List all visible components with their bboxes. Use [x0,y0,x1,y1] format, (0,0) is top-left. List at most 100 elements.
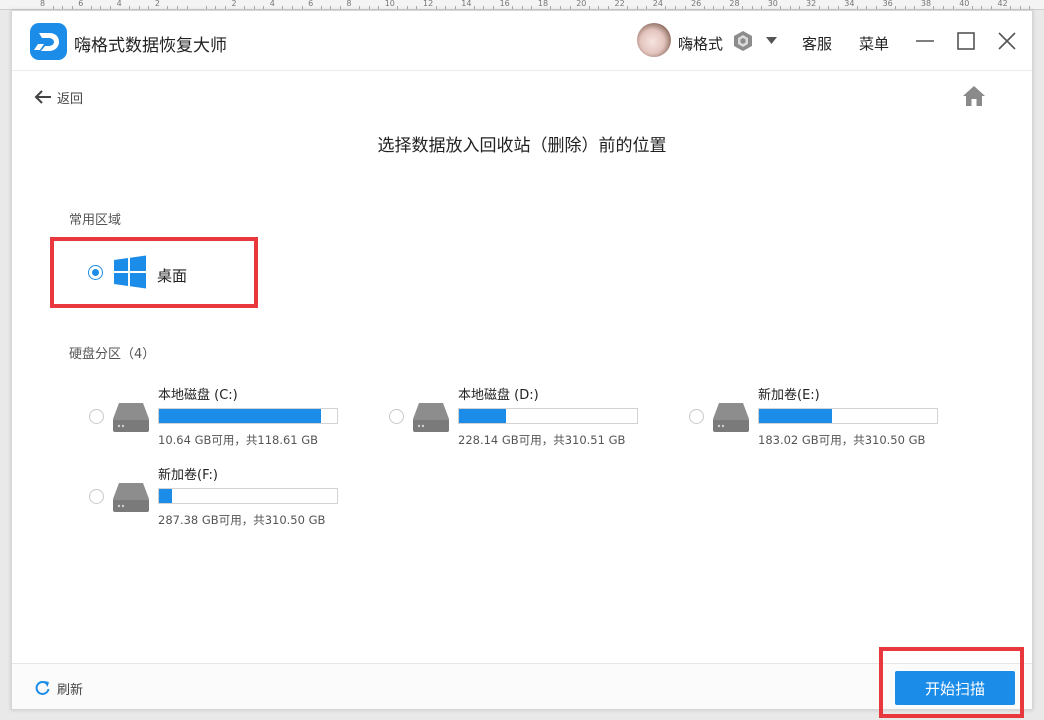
drive-usage-fill [759,409,832,423]
ruler-tick [627,6,629,9]
drive-usage-fill [159,409,321,423]
app-title: 嗨格式数据恢复大师 [74,36,227,56]
drive-f[interactable]: 新加卷(F:) 287.38 GB可用，共310.50 GB [89,462,369,534]
drive-usage-bar [158,488,338,504]
drive-capacity-info: 287.38 GB可用，共310.50 GB [158,513,326,527]
ruler-tick [282,6,284,9]
ruler-tick [177,6,179,9]
ruler-tick [588,6,590,9]
close-icon[interactable] [996,30,1018,52]
ruler-tick [607,6,609,9]
ruler-label: 18 [537,0,549,8]
start-scan-button[interactable]: 开始扫描 [895,671,1015,705]
ruler-tick [378,6,380,9]
page-title: 选择数据放入回收站（删除）前的位置 [377,136,667,156]
desktop-radio[interactable] [88,265,103,280]
chevron-down-icon[interactable] [766,37,777,44]
ruler-tick [406,6,408,9]
ruler-tick [761,6,763,9]
hard-drive-icon [413,403,449,432]
ruler-tick [358,6,360,9]
drive-usage-fill [459,409,507,423]
ruler-label: 28 [729,0,740,8]
drive-c[interactable]: 本地磁盘 (C:) 10.64 GB可用，共118.61 GB [89,382,369,454]
disk-partition-label: 硬盘分区（4） [69,347,156,362]
ruler-tick [493,6,495,9]
ruler-tick [100,6,102,9]
refresh-label: 刷新 [57,683,84,698]
app-logo-icon [30,23,67,60]
app-window: 嗨格式数据恢复大师 嗨格式 客服 菜单 返回 选择数据放入回收站（删除）前的位置… [11,10,1033,718]
ruler-tick [904,6,906,9]
drive-usage-bar [458,408,638,424]
drive-name: 本地磁盘 (D:) [458,388,539,403]
ruler-tick [674,6,676,9]
ruler-tick [981,6,983,9]
ruler-label: 42 [997,0,1008,8]
ruler-label: 8 [40,0,46,8]
ruler-tick [445,6,447,9]
ruler-label: 38 [920,0,932,8]
ruler-label: 24 [652,0,663,8]
ruler: 8 6 4 2 2 4 6 8 10 12 14 16 18 20 22 24 26 28 30 32 34 36 38 40… [0,0,1044,10]
user-avatar[interactable] [637,23,671,57]
drive-d[interactable]: 本地磁盘 (D:) 228.14 GB可用，共310.51 GB [389,382,669,454]
ruler-tick [933,6,935,9]
arrow-left-icon [34,90,51,104]
ruler-tick [722,6,724,9]
hard-drive-icon [713,403,749,432]
ruler-tick [866,6,868,9]
drive-f-radio[interactable] [89,489,104,504]
desktop-highlight-box [50,237,258,308]
ruler-tick [186,6,188,9]
ruler-tick [167,6,169,9]
ruler-tick [713,6,715,9]
menu-button[interactable]: 菜单 [859,33,889,54]
refresh-icon [35,680,50,695]
back-label: 返回 [57,91,84,107]
ruler-tick [339,6,341,9]
ruler-tick [741,6,743,9]
customer-service-button[interactable]: 客服 [802,33,832,54]
ruler-tick [454,6,456,9]
ruler-tick [521,6,523,9]
ruler-label: 14 [461,0,472,8]
hard-drive-icon [113,483,149,512]
ruler-tick [780,6,782,9]
home-icon[interactable] [962,85,986,107]
ruler-label: 26 [691,0,702,8]
maximize-icon[interactable] [955,30,977,52]
ruler-tick [52,6,54,9]
drive-capacity-info: 228.14 GB可用，共310.51 GB [458,433,626,447]
ruler-tick [301,6,303,9]
ruler-tick [818,6,820,9]
ruler-tick [828,6,830,9]
username[interactable]: 嗨格式 [678,33,723,54]
drive-capacity-info: 183.02 GB可用，共310.50 GB [758,433,926,447]
ruler-tick [368,6,370,9]
drive-e[interactable]: 新加卷(E:) 183.02 GB可用，共310.50 GB [689,382,969,454]
minimize-icon[interactable] [914,30,936,52]
ruler-tick [799,6,801,9]
back-button[interactable]: 返回 [34,87,83,107]
drive-c-radio[interactable] [89,409,104,424]
desktop-label[interactable]: 桌面 [157,265,187,286]
ruler-tick [129,6,131,9]
drive-name: 新加卷(F:) [158,468,218,483]
drive-e-radio[interactable] [689,409,704,424]
refresh-button[interactable]: 刷新 [34,679,83,698]
ruler-tick [71,6,73,9]
ruler-tick [215,6,217,9]
ruler-tick [665,6,667,9]
ruler-tick [569,6,571,9]
ruler-tick [550,6,552,9]
ruler-label: 12 [423,0,434,8]
ruler-tick [483,6,485,9]
ruler-tick [990,6,992,9]
ruler-tick [531,6,533,9]
title-bar: 嗨格式数据恢复大师 嗨格式 客服 菜单 [12,11,1032,71]
ruler-tick [789,6,791,9]
ruler-tick [244,6,246,9]
ruler-label: 2 [231,0,237,8]
drive-d-radio[interactable] [389,409,404,424]
